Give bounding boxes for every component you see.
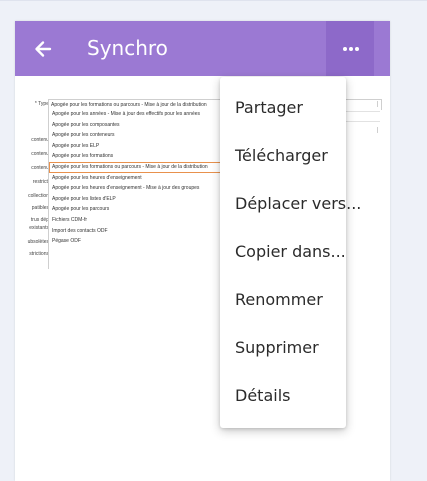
- menu-item-copy-to[interactable]: Copier dans...: [235, 240, 346, 264]
- more-options-button[interactable]: [326, 21, 374, 76]
- side-label: collection: [28, 193, 49, 199]
- menu-item-download[interactable]: Télécharger: [235, 144, 328, 168]
- side-label: contenu: [31, 165, 49, 171]
- type-field-label: * Type: [34, 101, 49, 107]
- side-label: patibles: [31, 205, 49, 211]
- back-button[interactable]: [29, 35, 57, 63]
- side-label: strictions: [29, 251, 49, 257]
- app-header: Synchro: [15, 21, 390, 76]
- menu-item-rename[interactable]: Renommer: [235, 288, 323, 312]
- side-label: restricti: [32, 179, 49, 185]
- menu-item-move-to[interactable]: Déplacer vers...: [235, 192, 361, 216]
- field-border: [377, 101, 378, 107]
- menu-item-details[interactable]: Détails: [235, 384, 290, 408]
- top-divider: [0, 0, 427, 1]
- side-label: existants: [29, 225, 49, 231]
- side-label: contenu: [31, 137, 49, 143]
- side-label: contenu: [31, 151, 49, 157]
- context-menu: Partager Télécharger Déplacer vers... Co…: [220, 77, 361, 428]
- page-title: Synchro: [87, 36, 168, 60]
- side-label: ubsolètes: [27, 239, 49, 245]
- side-label: trus dép: [30, 217, 49, 223]
- field-border: [377, 127, 378, 133]
- menu-item-share[interactable]: Partager: [235, 96, 303, 120]
- arrow-left-icon: [35, 41, 52, 57]
- menu-item-delete[interactable]: Supprimer: [235, 336, 319, 360]
